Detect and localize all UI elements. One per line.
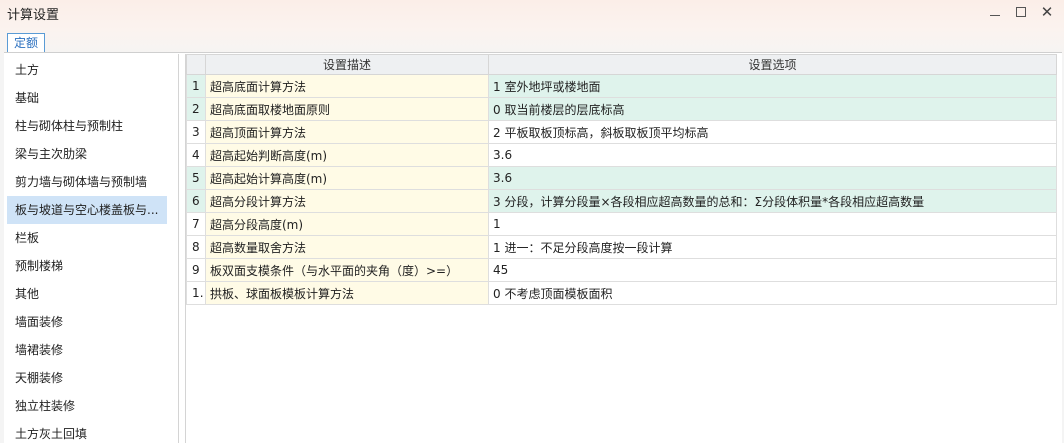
sidebar-scrollbar[interactable] <box>178 66 179 346</box>
row-option[interactable]: 0 不考虑顶面模板面积 <box>488 281 1057 305</box>
row-description: 超高数量取舍方法 <box>205 235 489 259</box>
minimize-icon <box>990 14 1000 16</box>
table-row[interactable]: 3 超高顶面计算方法 2 平板取板顶标高，斜板取板顶平均标高 <box>186 120 1057 144</box>
row-index: 3 <box>186 120 206 144</box>
sidebar-item-beams[interactable]: 梁与主次肋梁 <box>7 140 167 168</box>
sidebar-item-lime-backfill[interactable]: 土方灰土回填 <box>7 420 167 443</box>
sidebar-item-precast-stairs[interactable]: 预制楼梯 <box>7 252 167 280</box>
row-index: 4 <box>186 143 206 167</box>
row-option[interactable]: 2 平板取板顶标高，斜板取板顶平均标高 <box>488 120 1057 144</box>
table-row[interactable]: 4 超高起始判断高度(m) 3.6 <box>186 143 1057 167</box>
table-row[interactable]: 8 超高数量取舍方法 1 进一：不足分段高度按一段计算 <box>186 235 1057 259</box>
table-row[interactable]: 1 超高底面计算方法 1 室外地坪或楼地面 <box>186 74 1057 98</box>
header-description[interactable]: 设置描述 <box>205 54 489 75</box>
row-option[interactable]: 3.6 <box>488 143 1057 167</box>
sidebar-item-wall-finish[interactable]: 墙面装修 <box>7 308 167 336</box>
table-row[interactable]: 9 板双面支模条件（与水平面的夹角（度）>=） 45 <box>186 258 1057 282</box>
sidebar: 土方 基础 柱与砌体柱与预制柱 梁与主次肋梁 剪力墙与砌体墙与预制墙 板与坡道与… <box>7 54 179 443</box>
row-index: 1 <box>186 74 206 98</box>
row-description: 拱板、球面板模板计算方法 <box>205 281 489 305</box>
row-description: 超高顶面计算方法 <box>205 120 489 144</box>
row-option[interactable]: 3 分段，计算分段量×各段相应超高数量的总和：Σ分段体积量*各段相应超高数量 <box>488 189 1057 213</box>
row-index: 10 <box>186 281 206 305</box>
sidebar-item-ceiling-finish[interactable]: 天棚装修 <box>7 364 167 392</box>
sidebar-item-dado-finish[interactable]: 墙裙装修 <box>7 336 167 364</box>
table-row[interactable]: 2 超高底面取楼地面原则 0 取当前楼层的层底标高 <box>186 97 1057 121</box>
row-description: 超高底面取楼地面原则 <box>205 97 489 121</box>
close-button[interactable]: ✕ <box>1036 2 1058 22</box>
row-option[interactable]: 1 室外地坪或楼地面 <box>488 74 1057 98</box>
minimize-button[interactable] <box>984 2 1006 22</box>
row-index: 2 <box>186 97 206 121</box>
table-header-row: 设置描述 设置选项 <box>186 54 1057 75</box>
tab-quota[interactable]: 定额 <box>7 33 46 53</box>
row-description: 超高起始计算高度(m) <box>205 166 489 190</box>
sidebar-item-foundation[interactable]: 基础 <box>7 84 167 112</box>
table-row[interactable]: 5 超高起始计算高度(m) 3.6 <box>186 166 1057 190</box>
row-index: 5 <box>186 166 206 190</box>
sidebar-item-column-finish[interactable]: 独立柱装修 <box>7 392 167 420</box>
sidebar-item-columns[interactable]: 柱与砌体柱与预制柱 <box>7 112 167 140</box>
sidebar-item-parapet[interactable]: 栏板 <box>7 224 167 252</box>
table-row[interactable]: 7 超高分段高度(m) 1 <box>186 212 1057 236</box>
window-title: 计算设置 <box>7 8 60 23</box>
row-index: 7 <box>186 212 206 236</box>
sidebar-item-earthwork[interactable]: 土方 <box>7 56 167 84</box>
title-bar: 计算设置 ✕ <box>0 0 1064 26</box>
row-index: 9 <box>186 258 206 282</box>
row-index: 6 <box>186 189 206 213</box>
close-icon: ✕ <box>1040 2 1054 21</box>
header-index <box>186 54 206 75</box>
row-option[interactable]: 45 <box>488 258 1057 282</box>
table-row[interactable]: 10 拱板、球面板模板计算方法 0 不考虑顶面模板面积 <box>186 281 1057 305</box>
row-option[interactable]: 0 取当前楼层的层底标高 <box>488 97 1057 121</box>
sidebar-item-slabs[interactable]: 板与坡道与空心楼盖板与... <box>7 196 167 224</box>
row-index: 8 <box>186 235 206 259</box>
table-row[interactable]: 6 超高分段计算方法 3 分段，计算分段量×各段相应超高数量的总和：Σ分段体积量… <box>186 189 1057 213</box>
maximize-icon <box>1016 7 1026 17</box>
row-description: 超高起始判断高度(m) <box>205 143 489 167</box>
row-description: 超高底面计算方法 <box>205 74 489 98</box>
sidebar-item-other[interactable]: 其他 <box>7 280 167 308</box>
sidebar-item-walls[interactable]: 剪力墙与砌体墙与预制墙 <box>7 168 167 196</box>
row-option[interactable]: 1 <box>488 212 1057 236</box>
header-option[interactable]: 设置选项 <box>488 54 1057 75</box>
row-option[interactable]: 3.6 <box>488 166 1057 190</box>
row-option[interactable]: 1 进一：不足分段高度按一段计算 <box>488 235 1057 259</box>
settings-table: 设置描述 设置选项 1 超高底面计算方法 1 室外地坪或楼地面 2 超高底面取楼… <box>185 54 1057 443</box>
maximize-button[interactable] <box>1010 2 1032 22</box>
row-description: 超高分段高度(m) <box>205 212 489 236</box>
row-description: 板双面支模条件（与水平面的夹角（度）>=） <box>205 258 489 282</box>
row-description: 超高分段计算方法 <box>205 189 489 213</box>
